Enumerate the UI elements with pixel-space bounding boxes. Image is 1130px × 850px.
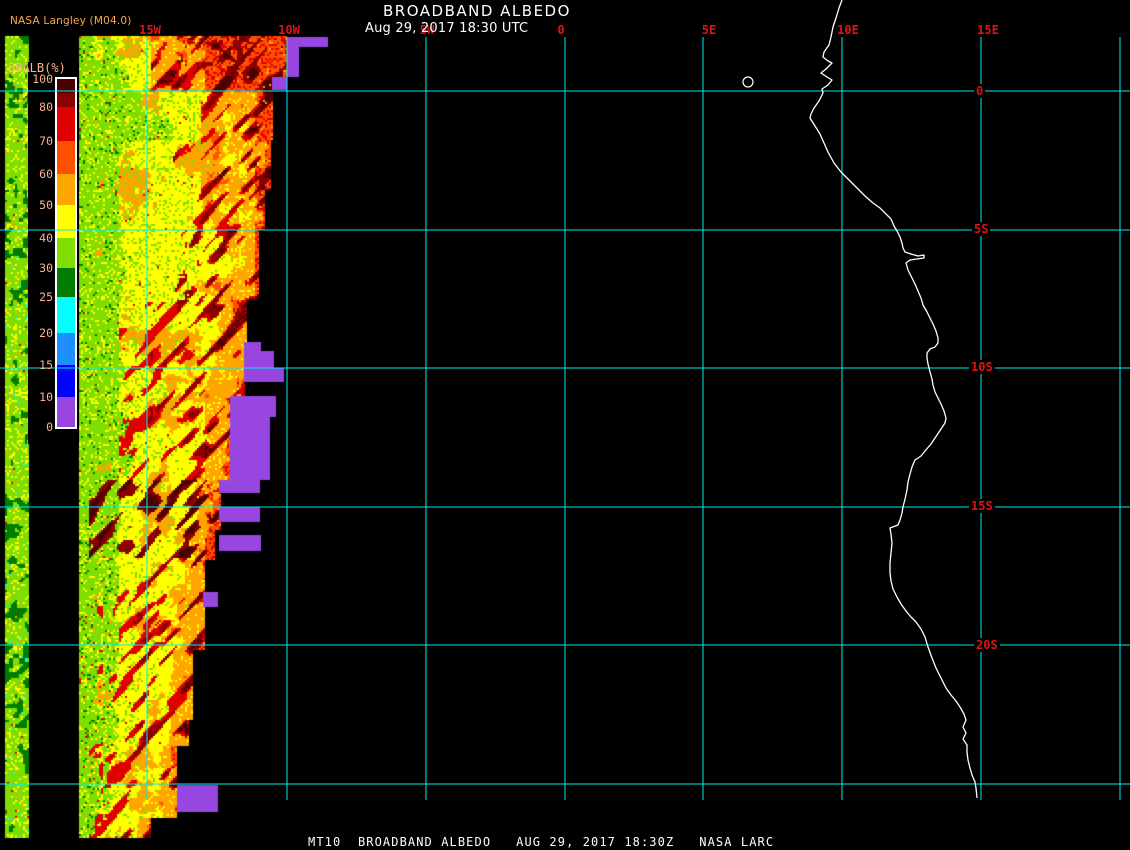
legend-tick-30: 30 [39,261,53,275]
legend-tick-60: 60 [39,167,53,181]
lat-label-5S: 5S [972,222,991,236]
map-overlay [0,0,1130,800]
footer-caption: MT10 BROADBAND ALBEDO AUG 29, 2017 18:30… [308,835,775,849]
legend-tick-15: 15 [39,358,53,372]
legend-tick-20: 20 [39,326,53,340]
coastline [742,0,978,799]
legend-tick-0: 0 [46,420,53,434]
credit-text: NASA Langley (M04.0) [10,15,132,27]
legend-tick-40: 40 [39,231,53,245]
lat-label-20S: 20S [974,638,1000,652]
graticule-gridlines [0,37,1130,800]
legend-tick-80: 80 [39,100,53,114]
albedo-map-view: BBALB(%) 100 80 70 60 50 40 30 25 20 15 10 0 15W 10W… [0,0,1130,850]
legend-tick-100: 100 [32,72,53,86]
page-title: BROADBAND ALBEDO [383,2,571,20]
lon-label-15E: 15E [977,23,999,37]
lon-label-10E: 10E [837,23,859,37]
lon-label-5E: 5E [701,23,717,37]
legend-tick-25: 25 [39,290,53,304]
datetime-text: Aug 29, 2017 18:30 UTC [365,21,529,36]
legend-tick-10: 10 [39,390,53,404]
lon-label-15W: 15W [139,23,161,37]
lon-label-0: 0 [557,23,565,37]
lon-label-10W: 10W [278,23,300,37]
legend-tick-50: 50 [39,198,53,212]
legend-tick-70: 70 [39,134,53,148]
lat-label-10S: 10S [969,360,995,374]
lat-label-0: 0 [974,84,986,98]
lat-label-15S: 15S [969,499,995,513]
